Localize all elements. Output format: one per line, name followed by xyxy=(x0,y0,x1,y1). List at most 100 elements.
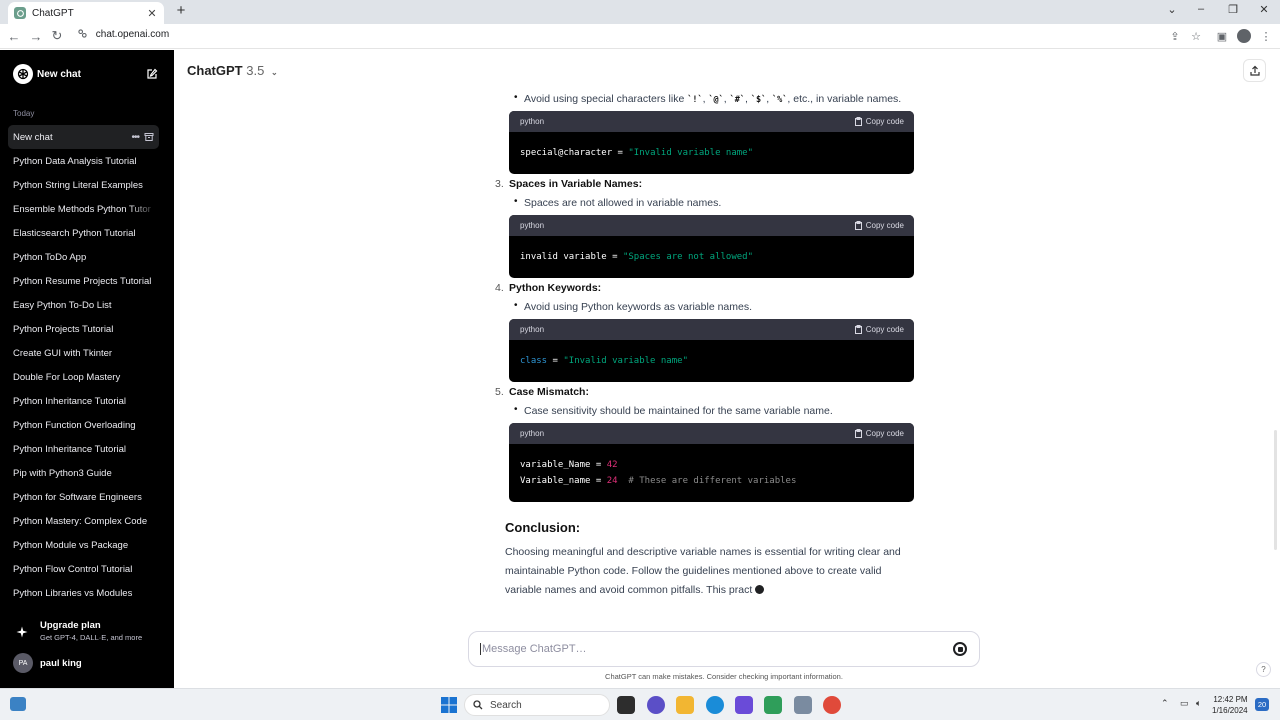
list-heading: 3. Spaces in Variable Names: xyxy=(495,178,642,190)
tab-search-chevron-icon[interactable]: ⌄ xyxy=(1163,3,1181,16)
taskbar-search[interactable]: Search xyxy=(464,694,610,716)
network-icon[interactable]: ▭ xyxy=(1180,698,1189,709)
site-info-icon[interactable] xyxy=(78,29,87,38)
list-number: 3. xyxy=(495,178,504,190)
vpn-app-icon[interactable] xyxy=(735,696,753,714)
copy-code-button[interactable]: Copy code xyxy=(854,117,904,126)
sidebar-item[interactable]: Python Inheritance Tutorial xyxy=(8,437,159,461)
profile-avatar-icon[interactable] xyxy=(1237,29,1251,43)
sidebar-item[interactable]: Easy Python To-Do List xyxy=(8,293,159,317)
bullet-text-suffix: , etc., in variable names. xyxy=(787,93,902,105)
chrome-browser-icon[interactable] xyxy=(823,696,841,714)
message-input[interactable]: Message ChatGPT… xyxy=(480,643,587,655)
user-menu[interactable]: PA paul king xyxy=(13,653,82,673)
avatar: PA xyxy=(13,653,33,673)
share-page-icon[interactable]: ⇪ xyxy=(1168,29,1182,43)
os-taskbar: Search ⌃ ▭ 🔈︎ 12:42 PM 1/16/2024 20 xyxy=(0,688,1280,720)
sidebar-item-label: Python Flow Control Tutorial xyxy=(13,563,133,575)
stop-icon xyxy=(957,646,963,652)
chat-scrollbar[interactable] xyxy=(1274,430,1277,550)
side-panel-icon[interactable]: ▣ xyxy=(1215,29,1229,43)
browser-menu-icon[interactable]: ⋮ xyxy=(1259,29,1273,43)
clipboard-icon xyxy=(854,117,862,126)
sidebar-item-label: Ensemble Methods Python Tutor xyxy=(13,203,151,215)
sidebar-item-label: Python Module vs Package xyxy=(13,539,129,551)
sidebar-item[interactable]: Python Inheritance Tutorial xyxy=(8,389,159,413)
sidebar-item[interactable]: Python String Literal Examples xyxy=(8,173,159,197)
spreadsheet-app-icon[interactable] xyxy=(764,696,782,714)
disclaimer-text: ChatGPT can make mistakes. Consider chec… xyxy=(605,672,843,681)
new-tab-icon[interactable]: + xyxy=(173,3,189,19)
code-content: special@character = "Invalid variable na… xyxy=(509,132,914,174)
tray-overflow-icon[interactable]: ⌃ xyxy=(1161,698,1169,709)
assistant-message: Avoid using special characters like `!`,… xyxy=(174,50,1280,688)
sidebar-item[interactable]: Double For Loop Mastery xyxy=(8,365,159,389)
forward-icon[interactable]: → xyxy=(28,28,44,44)
sidebar-item[interactable]: Python ToDo App xyxy=(8,245,159,269)
sidebar-item[interactable]: Python Projects Tutorial xyxy=(8,317,159,341)
new-chat-button[interactable]: New chat xyxy=(8,62,158,86)
message-composer[interactable]: Message ChatGPT… xyxy=(468,631,980,667)
edge-browser-icon[interactable] xyxy=(706,696,724,714)
back-icon[interactable]: ← xyxy=(6,28,22,44)
sidebar-item[interactable]: Python Resume Projects Tutorial xyxy=(8,269,159,293)
sidebar-item-label: Python Inheritance Tutorial xyxy=(13,395,127,407)
browser-tab[interactable]: ChatGPT ✕ xyxy=(8,2,164,24)
sidebar-item[interactable]: Python for Software Engineers xyxy=(8,485,159,509)
sidebar-item[interactable]: Python Data Analysis Tutorial xyxy=(8,149,159,173)
copy-code-button[interactable]: Copy code xyxy=(854,429,904,438)
maximize-icon[interactable]: ❐ xyxy=(1224,3,1242,16)
copy-code-button[interactable]: Copy code xyxy=(854,221,904,230)
sidebar-item-label: Double For Loop Mastery xyxy=(13,371,121,383)
sidebar-item[interactable]: Python Libraries vs Modules xyxy=(8,581,159,605)
compose-icon[interactable] xyxy=(146,68,158,80)
browser-tab-bar: ChatGPT ✕ + ⌄ – ❐ ✕ xyxy=(0,0,1280,24)
bookmark-star-icon[interactable]: ☆ xyxy=(1189,29,1203,43)
chatgpt-favicon-icon xyxy=(14,7,26,19)
sidebar-item-label: Python for Software Engineers xyxy=(13,491,142,503)
list-number: 5. xyxy=(495,386,504,398)
clock-date: 1/16/2024 xyxy=(1212,706,1248,715)
taskbar-clock[interactable]: 12:42 PM 1/16/2024 xyxy=(1212,694,1248,716)
sidebar-item[interactable]: Create GUI with Tkinter xyxy=(8,341,159,365)
volume-icon[interactable]: 🔈︎ xyxy=(1196,698,1201,709)
sidebar-item[interactable]: Python Function Overloading xyxy=(8,413,159,437)
code-number: 24 xyxy=(606,476,618,486)
copy-code-button[interactable]: Copy code xyxy=(854,325,904,334)
tab-close-icon[interactable]: ✕ xyxy=(146,7,158,20)
minimize-icon[interactable]: – xyxy=(1192,3,1210,15)
more-options-icon[interactable]: ••• xyxy=(131,132,139,143)
upgrade-subtitle: Get GPT-4, DALL·E, and more xyxy=(40,633,143,642)
task-view-icon[interactable] xyxy=(617,696,635,714)
help-button[interactable]: ? xyxy=(1256,662,1271,677)
notification-badge[interactable]: 20 xyxy=(1255,698,1269,711)
start-menu-icon[interactable] xyxy=(440,696,458,714)
widgets-icon[interactable] xyxy=(10,697,26,711)
upgrade-plan-button[interactable]: Upgrade plan Get GPT-4, DALL·E, and more xyxy=(13,620,142,642)
clipboard-icon xyxy=(854,325,862,334)
sidebar-item-label: Python Resume Projects Tutorial xyxy=(13,275,152,287)
sidebar-item-label: Python Libraries vs Modules xyxy=(13,587,133,599)
sidebar-item[interactable]: Ensemble Methods Python Tutor xyxy=(8,197,159,221)
sidebar-item[interactable]: Elasticsearch Python Tutorial xyxy=(8,221,159,245)
file-explorer-icon[interactable] xyxy=(676,696,694,714)
sidebar-item-new-chat[interactable]: New chat ••• xyxy=(8,125,159,149)
openai-logo-icon xyxy=(13,64,33,84)
inline-code: `$` xyxy=(750,95,767,105)
address-bar[interactable]: chat.openai.com xyxy=(78,29,169,40)
chat-main: ChatGPT 3.5 ⌄ Avoid using special charac… xyxy=(174,50,1280,688)
archive-icon[interactable] xyxy=(144,132,154,142)
photos-app-icon[interactable] xyxy=(794,696,812,714)
clock-time: 12:42 PM xyxy=(1213,695,1248,704)
conclusion-text: Choosing meaningful and descriptive vari… xyxy=(505,546,901,596)
streaming-cursor-icon xyxy=(755,585,765,594)
sidebar-item[interactable]: Python Module vs Package xyxy=(8,533,159,557)
window-close-icon[interactable]: ✕ xyxy=(1255,3,1273,16)
reload-icon[interactable]: ↻ xyxy=(49,28,65,44)
chat-app-icon[interactable] xyxy=(647,696,665,714)
sidebar-item[interactable]: Python Flow Control Tutorial xyxy=(8,557,159,581)
section-today-label: Today xyxy=(13,109,35,118)
sidebar-item[interactable]: Pip with Python3 Guide xyxy=(8,461,159,485)
sidebar-item[interactable]: Python Mastery: Complex Code xyxy=(8,509,159,533)
stop-generating-button[interactable] xyxy=(953,642,967,656)
